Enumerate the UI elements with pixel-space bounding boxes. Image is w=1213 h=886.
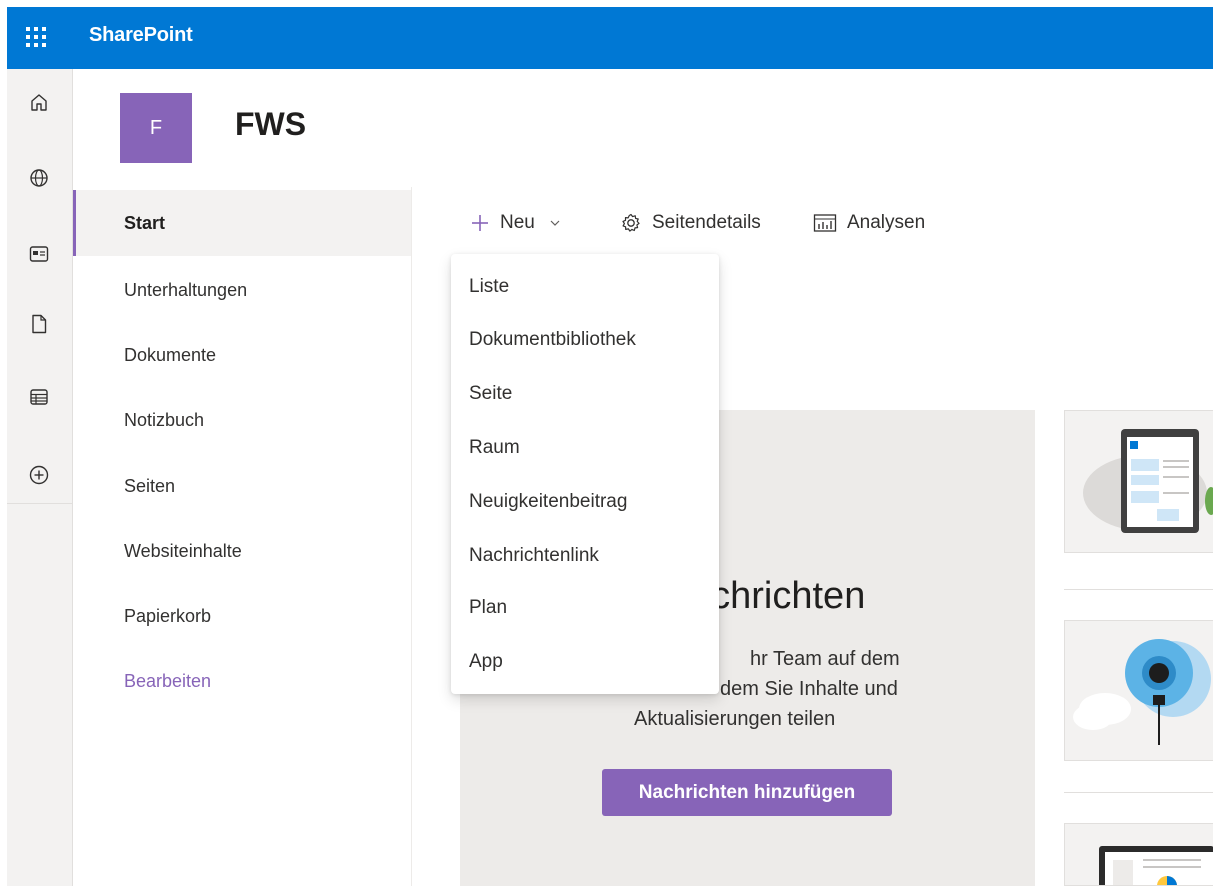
document-illustration xyxy=(1099,846,1213,885)
add-icon[interactable] xyxy=(27,463,51,487)
gear-icon xyxy=(622,213,640,232)
nav-edit-link[interactable]: Bearbeiten xyxy=(73,648,411,714)
left-navigation: Start Unterhaltungen Dokumente Notizbuch… xyxy=(73,187,412,886)
app-bar-divider xyxy=(7,503,73,504)
file-icon[interactable] xyxy=(27,312,51,336)
nav-item-label: Notizbuch xyxy=(124,409,205,430)
nav-item-notizbuch[interactable]: Notizbuch xyxy=(73,387,411,453)
menu-item-app[interactable]: App xyxy=(451,640,719,684)
nav-item-label: Start xyxy=(124,212,166,233)
news-icon[interactable] xyxy=(27,242,51,266)
new-button-label: Neu xyxy=(500,212,535,233)
lightbulb-illustration-card[interactable] xyxy=(1064,620,1213,761)
brand-name[interactable]: SharePoint xyxy=(89,24,193,47)
menu-item-plan[interactable]: Plan xyxy=(451,586,719,630)
nav-edit-label: Bearbeiten xyxy=(124,670,212,691)
list-icon[interactable] xyxy=(27,385,51,409)
add-news-button[interactable]: Nachrichten hinzufügen xyxy=(602,769,892,816)
analytics-label: Analysen xyxy=(847,212,926,233)
nav-item-unterhaltungen[interactable]: Unterhaltungen xyxy=(73,257,411,323)
app-launcher-icon[interactable] xyxy=(25,26,47,48)
menu-item-dokumentbibliothek[interactable]: Dokumentbibliothek xyxy=(451,318,719,362)
site-logo-letter: F xyxy=(149,116,163,139)
nav-item-seiten[interactable]: Seiten xyxy=(73,453,411,519)
news-desc-line: Aktualisierungen teilen xyxy=(634,708,836,730)
home-icon[interactable] xyxy=(27,91,51,115)
menu-item-label: Dokumentbibliothek xyxy=(469,329,636,350)
site-logo[interactable]: F xyxy=(120,93,192,163)
plus-icon xyxy=(472,215,488,231)
nav-item-dokumente[interactable]: Dokumente xyxy=(73,322,411,388)
new-dropdown-menu: Liste Dokumentbibliothek Seite Raum Neui… xyxy=(451,254,719,694)
site-title[interactable]: FWS xyxy=(235,106,306,143)
menu-item-label: App xyxy=(469,651,503,672)
menu-item-label: Seite xyxy=(469,383,513,404)
nav-item-label: Seiten xyxy=(124,475,176,496)
menu-item-label: Liste xyxy=(469,276,510,297)
menu-item-neuigkeitenbeitrag[interactable]: Neuigkeitenbeitrag xyxy=(451,480,719,524)
menu-item-label: Nachrichtenlink xyxy=(469,545,599,566)
nav-item-label: Papierkorb xyxy=(124,605,212,626)
nav-item-papierkorb[interactable]: Papierkorb xyxy=(73,583,411,649)
chevron-down-icon xyxy=(550,220,560,226)
analytics-icon xyxy=(813,214,837,232)
card-divider xyxy=(1064,792,1213,793)
card-divider xyxy=(1064,589,1213,590)
nav-item-label: Websiteinhalte xyxy=(124,540,242,561)
menu-item-liste[interactable]: Liste xyxy=(451,265,719,309)
globe-icon[interactable] xyxy=(27,166,51,190)
menu-item-seite[interactable]: Seite xyxy=(451,372,719,416)
menu-item-nachrichtenlink[interactable]: Nachrichtenlink xyxy=(451,534,719,578)
sharepoint-window: SharePoint F FWS Start Unterhaltungen Do… xyxy=(0,0,1213,886)
document-illustration-card[interactable] xyxy=(1064,823,1213,886)
menu-item-label: Raum xyxy=(469,437,520,458)
menu-item-label: Neuigkeitenbeitrag xyxy=(469,491,628,512)
nav-item-label: Dokumente xyxy=(124,344,217,365)
page-details-label: Seitendetails xyxy=(652,212,761,233)
menu-item-label: Plan xyxy=(469,597,508,618)
tablet-illustration xyxy=(1083,429,1213,533)
nav-item-websiteinhalte[interactable]: Websiteinhalte xyxy=(73,518,411,584)
nav-item-start[interactable]: Start xyxy=(73,190,411,256)
new-button[interactable]: Neu xyxy=(470,206,561,240)
tablet-illustration-card[interactable] xyxy=(1064,410,1213,553)
nav-item-label: Unterhaltungen xyxy=(124,279,248,300)
app-bar xyxy=(7,69,73,886)
analytics-button[interactable]: Analysen xyxy=(813,206,925,240)
lightbulb-illustration xyxy=(1073,639,1211,745)
menu-item-raum[interactable]: Raum xyxy=(451,426,719,470)
page-details-button[interactable]: Seitendetails xyxy=(620,206,761,240)
suite-bar: SharePoint xyxy=(7,7,1213,69)
